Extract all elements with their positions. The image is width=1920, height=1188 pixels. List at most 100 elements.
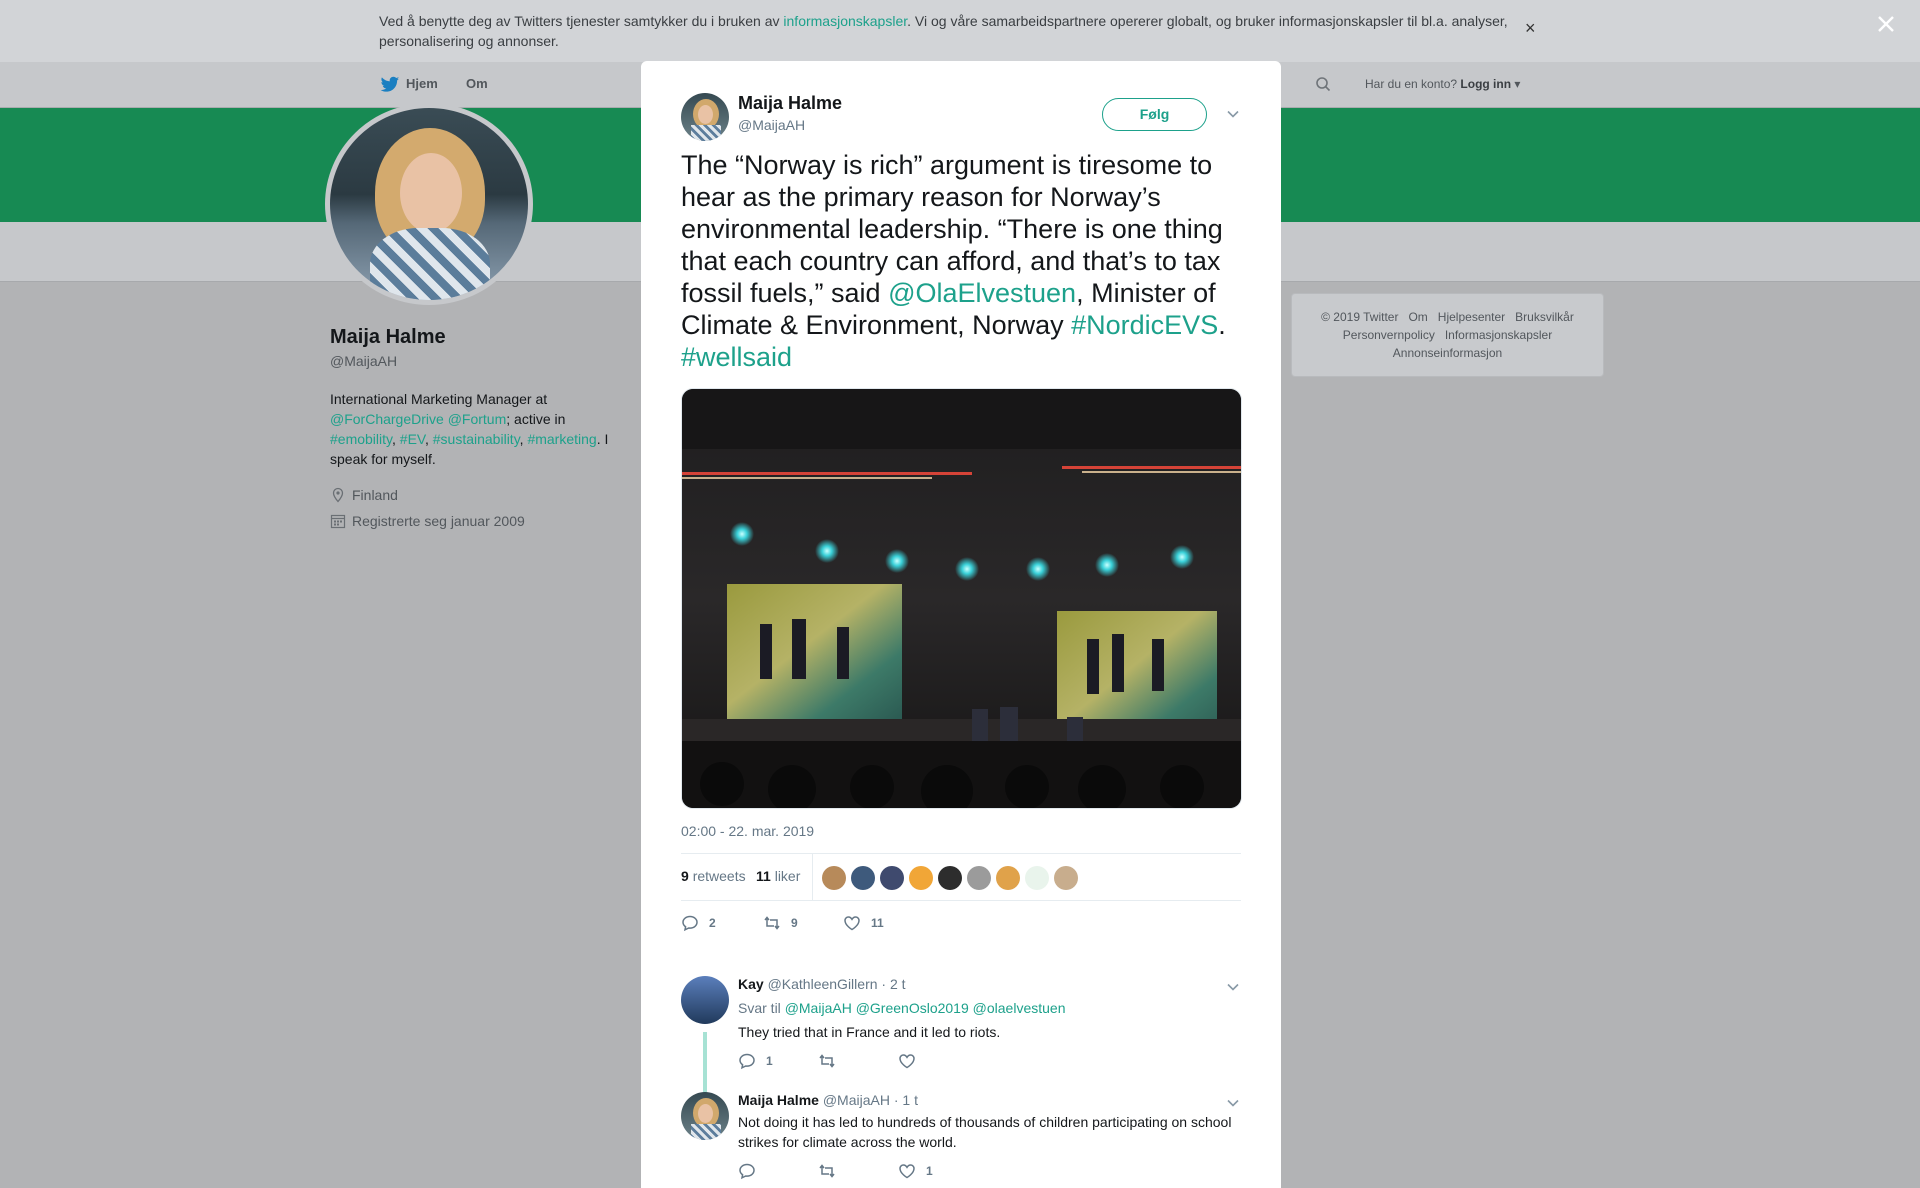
footer-about-link[interactable]: Om [1408,310,1427,324]
retweet-icon [819,1164,835,1178]
cookie-policy-link[interactable]: informasjonskapsler [783,13,907,29]
reply-like-count: 1 [926,1164,933,1178]
reply-to-mention[interactable]: @MaijaAH [785,1000,852,1016]
reply-tweet[interactable]: Kay @KathleenGillern · 2 t Svar til @Mai… [681,976,1241,1096]
reply-retweet-action[interactable] [818,1052,836,1070]
tweet-hashtag-wellsaid[interactable]: #wellsaid [681,342,792,372]
reply-reply-action[interactable] [738,1162,756,1180]
reply-author-name[interactable]: Kay [738,976,764,992]
tweet-hashtag-nordicevs[interactable]: #NordicEVS [1071,310,1218,340]
footer-privacy-link[interactable]: Personvernpolicy [1343,328,1435,342]
calendar-icon [330,514,346,529]
like-action[interactable]: 11 [843,914,884,932]
reply-icon [739,1053,755,1070]
profile-location: Finland [330,487,630,503]
reply-author-avatar[interactable] [681,1092,729,1140]
tweet-timestamp[interactable]: 02:00 - 22. mar. 2019 [681,823,814,839]
thread-line [703,1032,707,1094]
liker-avatar[interactable] [967,866,991,890]
reply-author-name[interactable]: Maija Halme [738,1092,819,1108]
heart-icon [899,1054,915,1069]
profile-bio: International Marketing Manager at @ForC… [330,391,609,467]
reply-menu-chevron-down-icon[interactable] [1226,980,1240,994]
reply-author-handle[interactable]: @KathleenGillern [768,976,878,992]
twitter-bird-icon[interactable] [380,76,400,94]
login-link[interactable]: Logg inn [1460,77,1511,91]
reply-like-action[interactable] [898,1052,916,1070]
profile-card: Maija Halme @MaijaAH International Marke… [330,326,630,529]
tweet-mention-olaelvestuen[interactable]: @OlaElvestuen [888,278,1076,308]
joined-text: Registrerte seg januar 2009 [352,513,525,529]
tweet-photo[interactable] [681,388,1242,809]
profile-name[interactable]: Maija Halme [330,326,630,349]
reply-icon [739,1163,755,1180]
liker-avatar[interactable] [822,866,846,890]
reply-menu-chevron-down-icon[interactable] [1226,1096,1240,1110]
search-icon[interactable] [1315,76,1331,92]
profile-handle[interactable]: @MaijaAH [330,353,630,369]
reply-reply-action[interactable]: 1 [738,1052,773,1070]
reply-count: 2 [709,916,716,930]
likes-stat[interactable]: 11 liker [756,868,800,884]
reply-to-mention[interactable]: @olaelvestuen [973,1000,1066,1016]
footer-help-link[interactable]: Hjelpesenter [1438,310,1505,324]
close-modal-icon[interactable] [1874,12,1898,36]
cookie-text-before: Ved å benytte deg av Twitters tjenester … [379,13,784,29]
heart-icon [899,1164,915,1179]
cookie-text: Ved å benytte deg av Twitters tjenester … [379,11,1519,51]
liker-avatar[interactable] [938,866,962,890]
reply-action[interactable]: 2 [681,914,716,932]
liker-avatar[interactable] [1054,866,1078,890]
location-pin-icon [332,487,344,503]
footer-ads-link[interactable]: Annonseinformasjon [1393,346,1502,360]
bio-text: International Marketing Manager at [330,391,548,407]
reply-to-mention[interactable]: @GreenOslo2019 [856,1000,969,1016]
bio-mention-forchargedrive[interactable]: @ForChargeDrive [330,411,444,427]
bio-hashtag[interactable]: #EV [400,431,425,447]
bio-text: ; active in [506,411,566,427]
reply-reply-count: 1 [766,1054,773,1068]
liker-avatar[interactable] [880,866,904,890]
nav-home-link[interactable]: Hjem [406,76,438,91]
bio-hashtag[interactable]: #emobility [330,431,392,447]
tweet-modal: Maija Halme @MaijaAH Følg The “Norway is… [641,61,1281,1188]
cookie-close-button[interactable]: × [1525,19,1536,37]
retweets-stat[interactable]: 9 retweets [681,868,746,884]
login-caret-icon[interactable]: ▾ [1514,77,1520,91]
stats-divider [812,854,813,900]
bio-hashtag[interactable]: #sustainability [433,431,520,447]
reply-author-avatar[interactable] [681,976,729,1024]
reply-author-handle[interactable]: @MaijaAH [823,1092,890,1108]
footer-terms-link[interactable]: Bruksvilkår [1515,310,1574,324]
follow-button[interactable]: Følg [1102,98,1207,131]
liker-avatar[interactable] [851,866,875,890]
tweet-author-name[interactable]: Maija Halme [738,93,842,114]
reply-time[interactable]: · 2 t [881,976,905,992]
tweet-author-handle[interactable]: @MaijaAH [738,117,805,133]
reply-text: Not doing it has led to hundreds of thou… [738,1114,1232,1150]
footer-copyright: © 2019 Twitter [1321,310,1399,324]
retweets-label: retweets [692,868,746,884]
tweet-menu-chevron-down-icon[interactable] [1226,107,1240,121]
bio-hashtag[interactable]: #marketing [527,431,596,447]
tweet-author-avatar[interactable] [681,93,729,141]
reply-like-action[interactable]: 1 [898,1162,933,1180]
retweet-action[interactable]: 9 [763,914,798,932]
bio-mention-fortum[interactable]: @Fortum [448,411,507,427]
reply-retweet-action[interactable] [818,1162,836,1180]
reply-to-line: Svar til @MaijaAH @GreenOslo2019 @olaelv… [738,1000,1065,1016]
reply-text: They tried that in France and it led to … [738,1024,1001,1040]
login-area: Har du en konto? Logg inn ▾ [1365,77,1520,91]
profile-avatar[interactable] [325,103,533,305]
heart-icon [844,916,860,931]
likes-label: liker [774,868,801,884]
cookie-banner: Ved å benytte deg av Twitters tjenester … [0,0,1920,62]
liker-avatar[interactable] [909,866,933,890]
nav-about-link[interactable]: Om [466,76,488,91]
liker-avatar[interactable] [1025,866,1049,890]
footer-cookies-link[interactable]: Informasjonskapsler [1445,328,1552,342]
profile-joined: Registrerte seg januar 2009 [330,513,630,529]
liker-avatar[interactable] [996,866,1020,890]
reply-tweet[interactable]: Maija Halme @MaijaAH · 1 t Not doing it … [681,1092,1241,1188]
reply-time[interactable]: · 1 t [894,1092,918,1108]
